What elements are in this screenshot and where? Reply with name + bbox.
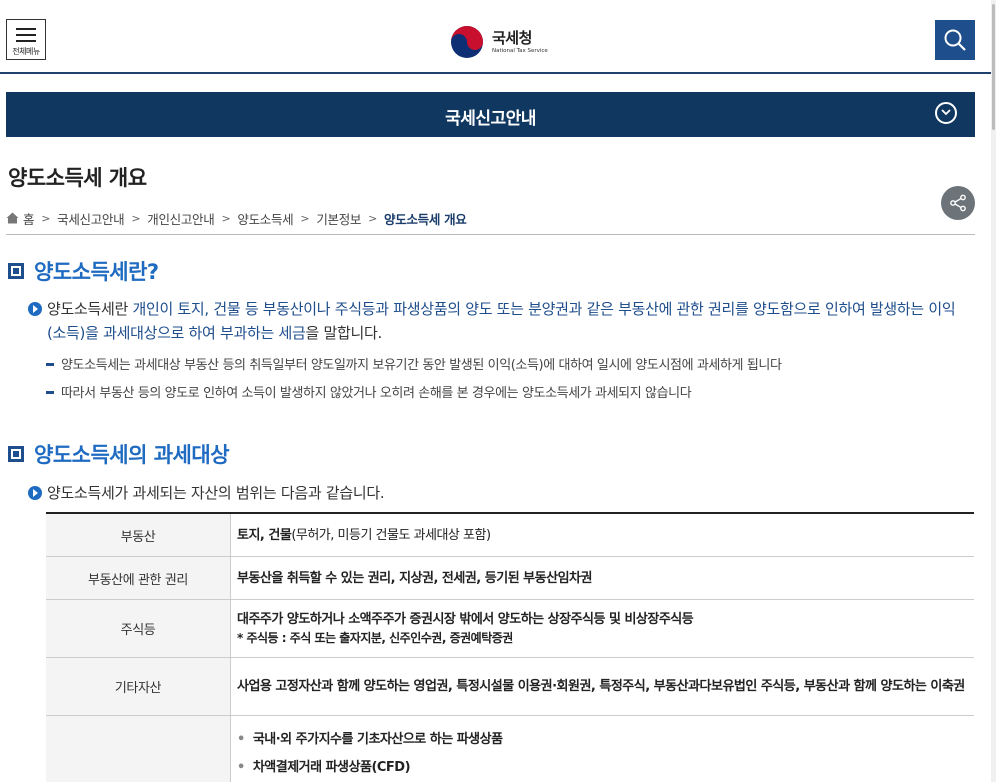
- list-item-text: 양도소득세는 과세대상 부동산 등의 취득일부터 양도일까지 보유기간 동안 발…: [61, 358, 782, 373]
- table-cell: 대주주가 양도하거나 소액주주가 증권시장 밖에서 양도하는 상장주식등 및 비…: [231, 600, 974, 657]
- taxable-assets-table: 부동산 토지, 건물(무허가, 미등기 건물도 과세대상 포함) 부동산에 관한…: [46, 512, 974, 782]
- table-cell: 토지, 건물(무허가, 미등기 건물도 과세대상 포함): [231, 514, 974, 556]
- banner-title: 국세신고안내: [445, 109, 536, 129]
- site-header: 전체메뉴 국세청 National Tax Service: [0, 0, 996, 74]
- section-heading-text: 양도소득세란?: [34, 260, 159, 284]
- definition-paragraph: 양도소득세란 개인이 토지, 건물 등 부동산이나 주식등과 파생상품의 양도 …: [28, 297, 973, 345]
- list-item: 차액결제거래 파생상품(CFD): [237, 758, 968, 777]
- dash-bullet-icon: [46, 391, 54, 394]
- table-cell: 부동산을 취득할 수 있는 권리, 지상권, 전세권, 등기된 부동산임차권: [231, 557, 974, 599]
- breadcrumb-home[interactable]: 홈: [23, 209, 35, 228]
- list-item: 따라서 부동산 등의 양도로 인하여 소득이 발생하지 않았거나 오히려 손해를…: [46, 382, 966, 401]
- breadcrumb: 홈 > 국세신고안내 > 개인신고안내 > 양도소득세 > 기본정보 > 양도소…: [6, 209, 467, 227]
- share-button[interactable]: [941, 186, 975, 220]
- table-cell: 사업용 고정자산과 함께 양도하는 영업권, 특정시설물 이용권·회원권, 특정…: [231, 658, 974, 715]
- scrollbar-thumb[interactable]: [992, 4, 995, 130]
- breadcrumb-item[interactable]: 국세신고안내: [57, 209, 125, 228]
- table-row-header: 부동산에 관한 권리: [46, 557, 231, 599]
- breadcrumb-separator-icon: >: [221, 211, 231, 225]
- breadcrumb-item[interactable]: 기본정보: [316, 209, 361, 228]
- banner-toggle-button[interactable]: [935, 102, 957, 124]
- circle-arrow-bullet-icon: [28, 486, 42, 500]
- dash-bullet-icon: [46, 363, 54, 366]
- definition-highlight: 개인이 토지, 건물 등 부동산이나 주식등과 파생상품의 양도 또는 분양권과…: [47, 300, 956, 342]
- taegeuk-logo-icon: [451, 26, 483, 58]
- table-row-header: 기타자산: [46, 658, 231, 715]
- table-row-header: 주식등: [46, 600, 231, 657]
- page-scrollbar[interactable]: [991, 0, 996, 782]
- table-cell: 국내·외 주가지수를 기초자산으로 하는 파생상품 차액결제거래 파생상품(CF…: [231, 716, 974, 782]
- table-row: 부동산 토지, 건물(무허가, 미등기 건물도 과세대상 포함): [46, 514, 974, 557]
- cell-bold-text: 사업용 고정자산과 함께 양도하는 영업권, 특정시설물 이용권·회원권, 특정…: [237, 679, 965, 694]
- breadcrumb-current: 양도소득세 개요: [384, 211, 467, 227]
- share-icon: [950, 194, 966, 212]
- table-row: 주식등 대주주가 양도하거나 소액주주가 증권시장 밖에서 양도하는 상장주식등…: [46, 600, 974, 658]
- table-row-header: [46, 716, 231, 782]
- section-heading-taxable-objects: 양도소득세의 과세대상: [8, 439, 230, 469]
- breadcrumb-separator-icon: >: [41, 211, 51, 225]
- cell-note: * 주식등 : 주식 또는 출자지분, 신주인수권, 증권예탁증권: [237, 630, 513, 645]
- table-row: 기타자산 사업용 고정자산과 함께 양도하는 영업권, 특정시설물 이용권·회원…: [46, 658, 974, 716]
- cell-bold-text: 토지, 건물: [237, 527, 292, 543]
- table-row: 부동산에 관한 권리 부동산을 취득할 수 있는 권리, 지상권, 전세권, 등…: [46, 557, 974, 600]
- breadcrumb-divider: [6, 234, 975, 235]
- table-row: 국내·외 주가지수를 기초자산으로 하는 파생상품 차액결제거래 파생상품(CF…: [46, 716, 974, 782]
- scope-paragraph: 양도소득세가 과세되는 자산의 범위는 다음과 같습니다.: [28, 481, 973, 505]
- breadcrumb-separator-icon: >: [368, 211, 378, 225]
- section-heading-what-is: 양도소득세란?: [8, 256, 159, 286]
- list-item-text: 따라서 부동산 등의 양도로 인하여 소득이 발생하지 않았거나 오히려 손해를…: [61, 386, 692, 401]
- section-banner: 국세신고안내: [6, 92, 975, 137]
- section-heading-text: 양도소득세의 과세대상: [34, 443, 230, 467]
- cell-text: (무허가, 미등기 건물도 과세대상 포함): [291, 527, 491, 543]
- definition-prefix: 양도소득세란: [47, 300, 133, 318]
- breadcrumb-separator-icon: >: [300, 211, 310, 225]
- derivatives-list: 국내·외 주가지수를 기초자산으로 하는 파생상품 차액결제거래 파생상품(CF…: [237, 724, 968, 782]
- all-menu-button[interactable]: 전체메뉴: [6, 19, 46, 60]
- home-icon: [6, 212, 19, 224]
- list-item: 국내·외 주가지수를 기초자산으로 하는 파생상품: [237, 730, 968, 749]
- cell-bold-text: 대주주가 양도하거나 소액주주가 증권시장 밖에서 양도하는 상장주식등 및 비…: [237, 611, 694, 627]
- page-title: 양도소득세 개요: [8, 166, 147, 190]
- square-bullet-icon: [8, 446, 24, 462]
- breadcrumb-item[interactable]: 개인신고안내: [147, 209, 215, 228]
- logo-korean-name: 국세청: [492, 28, 532, 47]
- chevron-down-icon: [941, 109, 951, 116]
- list-item: 양도소득세는 과세대상 부동산 등의 취득일부터 양도일까지 보유기간 동안 발…: [46, 354, 966, 373]
- all-menu-label: 전체메뉴: [12, 47, 40, 56]
- search-icon: [944, 29, 966, 51]
- square-bullet-icon: [8, 263, 24, 279]
- definition-suffix: 을 말합니다.: [305, 324, 382, 342]
- table-row-header: 부동산: [46, 514, 231, 556]
- cell-bold-text: 부동산을 취득할 수 있는 권리, 지상권, 전세권, 등기된 부동산임차권: [237, 570, 592, 586]
- breadcrumb-item[interactable]: 양도소득세: [237, 209, 293, 228]
- nts-logo[interactable]: 국세청 National Tax Service: [450, 24, 548, 60]
- search-button[interactable]: [935, 20, 975, 60]
- logo-english-name: National Tax Service: [492, 47, 548, 54]
- breadcrumb-separator-icon: >: [131, 211, 141, 225]
- scope-text: 양도소득세가 과세되는 자산의 범위는 다음과 같습니다.: [47, 484, 385, 502]
- hamburger-icon: [16, 28, 36, 46]
- circle-arrow-bullet-icon: [28, 302, 42, 316]
